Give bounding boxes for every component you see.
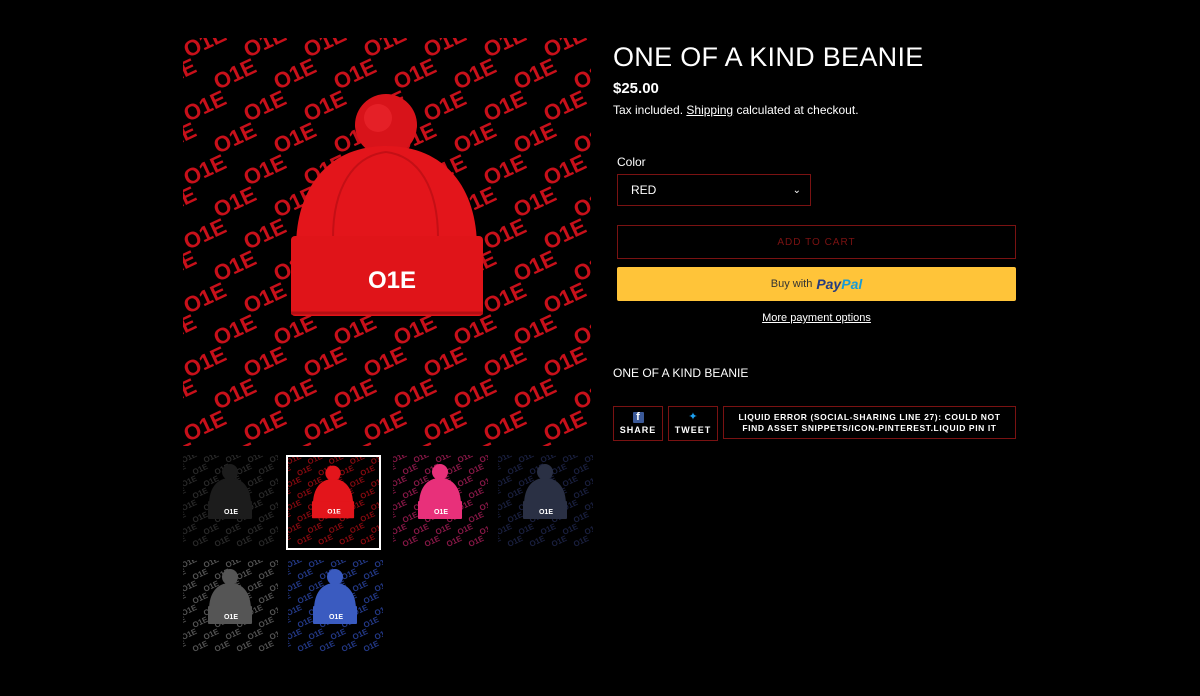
thumbnail-red[interactable]: O1E O1E O1E O1E O1E O1E O1E O1E O1E O1E O1E O1E O1E O… <box>286 455 381 550</box>
product-price: $25.00 <box>613 80 659 97</box>
svg-text:O1E: O1E <box>434 509 448 516</box>
shipping-link[interactable]: Shipping <box>686 103 733 117</box>
tax-suffix: calculated at checkout. <box>736 103 859 117</box>
product-title: ONE OF A KIND BEANIE <box>613 42 924 72</box>
tax-note: Tax included. Shipping calculated at che… <box>613 103 1017 117</box>
paypal-buy-label: Buy with <box>770 278 813 290</box>
paypal-logo-pal: Pal <box>841 276 863 292</box>
color-select[interactable]: RED ⌄ <box>617 174 811 206</box>
svg-text:O1E: O1E <box>224 509 238 516</box>
thumbnail-image: O1E O1E O1E O1E O1EO1E O1E O1E O1E O1EO1E O1E O1E O… <box>393 455 488 550</box>
thumbnail-image: O1E O1E O1E O1E O1EO1E O1E O1E O1E O1EO1E O1E O1E O… <box>183 455 278 550</box>
thumbnail-image: O1E O1E O1E O1E O1EO1E O1E O1E O1E O1EO1E O1E O1E O… <box>288 457 379 548</box>
facebook-icon: f <box>632 412 644 423</box>
thumbnail-royal[interactable]: O1E O1E O1E O1E O1E O1E O1E O1E O1E O1E O1E O1E O1E O… <box>288 560 383 655</box>
more-payment-options-link[interactable]: More payment options <box>617 312 1016 324</box>
twitter-icon: ✦ <box>688 411 698 423</box>
thumbnail-image: O1E O1E O1E O1E O1EO1E O1E O1E O1E O1EO1E O1E O1E O… <box>498 455 593 550</box>
product-info: ONE OF A KIND BEANIE $25.00 Tax included… <box>613 38 1017 441</box>
paypal-logo-pay: Pay <box>816 276 842 292</box>
product-page: O1E O1E O1E O1E O1E O1E O1E O1E O1E O1E O1E O1E O1E O… <box>0 0 1200 696</box>
pinterest-share-error[interactable]: LIQUID ERROR (SOCIAL-SHARING LINE 27): C… <box>723 406 1016 439</box>
thumbnail-black[interactable]: O1E O1E O1E O1E O1E O1E O1E O1E O1E O1E O1E O1E O1E O… <box>183 455 278 550</box>
color-select-value: RED <box>631 183 657 197</box>
tax-prefix: Tax included. <box>613 103 684 117</box>
thumbnail-image: O1E O1E O1E O1E O1EO1E O1E O1E O1E O1EO1E O1E O1E O… <box>183 560 278 655</box>
facebook-share-button[interactable]: f SHARE <box>613 406 663 441</box>
thumbnail-image: O1E O1E O1E O1E O1EO1E O1E O1E O1E O1EO1E O1E O1E O… <box>288 560 383 655</box>
paypal-button[interactable]: Buy with Pay Pal <box>617 267 1016 301</box>
color-label: Color <box>617 155 646 169</box>
twitter-share-button[interactable]: ✦ TWEET <box>668 406 718 441</box>
svg-text:O1E: O1E <box>224 614 238 621</box>
product-description: ONE OF A KIND BEANIE <box>613 366 749 380</box>
thumbnail-grey[interactable]: O1E O1E O1E O1E O1E O1E O1E O1E O1E O1E O1E O1E O1E O… <box>183 560 278 655</box>
add-to-cart-button[interactable]: ADD TO CART <box>617 225 1016 259</box>
chevron-down-icon: ⌄ <box>792 184 801 196</box>
social-share-row: f SHARE ✦ TWEET LIQUID ERROR (SOCIAL-SHA… <box>613 406 1017 441</box>
thumbnail-pink[interactable]: O1E O1E O1E O1E O1E O1E O1E O1E O1E O1E O1E O1E O1E O… <box>393 455 488 550</box>
svg-text:O1E: O1E <box>539 509 553 516</box>
beanie-logo: O1E <box>368 267 416 294</box>
facebook-share-label: SHARE <box>619 425 657 435</box>
svg-text:O1E: O1E <box>327 509 341 516</box>
thumbnail-navy[interactable]: O1E O1E O1E O1E O1E O1E O1E O1E O1E O1E O1E O1E O1E O… <box>498 455 593 550</box>
main-product-image: O1E O1E O1E O1E O1E O1E O1E O1E O1E O1E O1E O1E O1E O… <box>183 38 591 446</box>
svg-text:O1E: O1E <box>329 614 343 621</box>
twitter-share-label: TWEET <box>674 425 712 435</box>
